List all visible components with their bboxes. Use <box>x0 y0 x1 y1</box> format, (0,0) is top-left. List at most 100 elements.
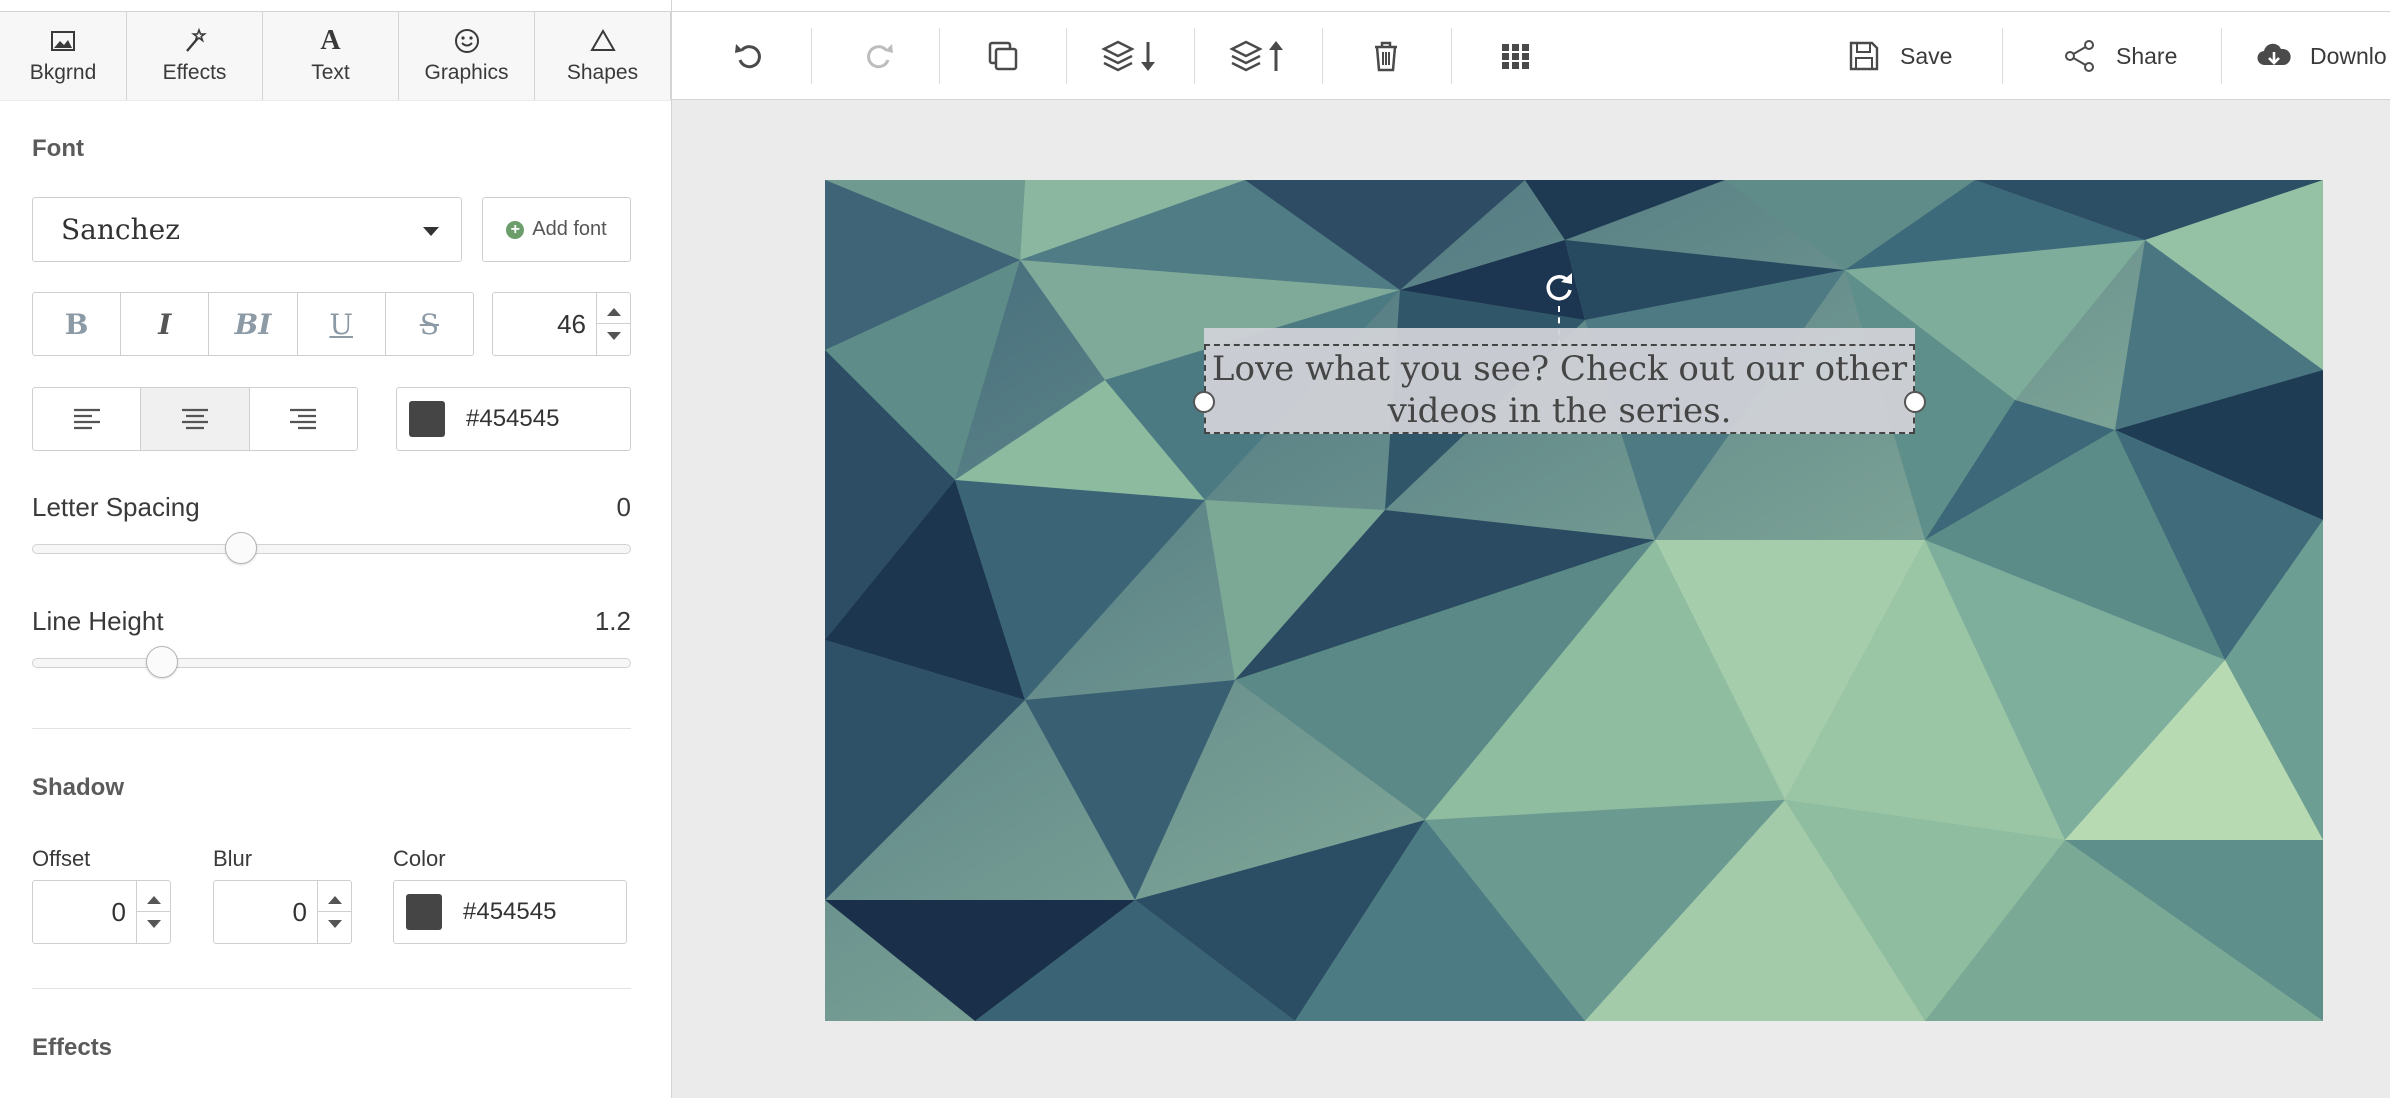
toolbar-separator <box>1451 28 1452 84</box>
bring-forward-button[interactable] <box>1228 32 1292 80</box>
line-height-label: Line Height <box>32 606 164 636</box>
underline-button[interactable]: U <box>298 293 386 355</box>
spinner-divider <box>137 911 171 912</box>
delete-button[interactable] <box>1366 32 1406 80</box>
text-color-hex: #454545 <box>466 405 560 432</box>
resize-handle-right[interactable] <box>1904 391 1926 413</box>
tab-shapes[interactable]: Shapes <box>535 12 671 100</box>
increment-arrow-icon[interactable] <box>328 896 342 904</box>
plus-circle-icon: + <box>506 220 525 239</box>
cloud-download-icon <box>2257 43 2291 66</box>
line-height-value: 1.2 <box>594 606 631 636</box>
shadow-offset-spinner <box>136 881 171 943</box>
toolbar-separator <box>939 28 940 84</box>
shadow-offset-stepper[interactable]: 0 <box>32 880 171 944</box>
resize-handle-left[interactable] <box>1193 391 1215 413</box>
grid-icon <box>1502 44 1529 69</box>
design-canvas[interactable]: Love what you see? Check out our other v… <box>825 180 2323 1021</box>
share-button[interactable]: Share <box>2062 36 2177 76</box>
delete-icon <box>1375 41 1397 72</box>
align-right-icon <box>290 408 317 430</box>
tab-label: Graphics <box>424 61 509 84</box>
chevron-down-icon <box>423 227 439 236</box>
align-right-button[interactable] <box>250 388 357 450</box>
toolbar-separator <box>2221 28 2222 84</box>
shadow-blur-spinner <box>317 881 352 943</box>
effects-section-title: Effects <box>32 1034 113 1061</box>
section-divider <box>32 988 631 989</box>
toolbar-separator <box>1322 28 1323 84</box>
tab-graphics[interactable]: Graphics <box>399 12 535 100</box>
increment-arrow-icon[interactable] <box>147 896 161 904</box>
grid-button[interactable] <box>1496 32 1536 80</box>
decrement-arrow-icon[interactable] <box>147 920 161 928</box>
tab-effects[interactable]: Effects <box>127 12 263 100</box>
text-color-picker[interactable]: #454545 <box>396 387 631 451</box>
italic-button[interactable]: I <box>121 293 210 355</box>
shadow-color-picker[interactable]: #454545 <box>393 880 627 944</box>
letter-spacing-value: 0 <box>616 492 631 522</box>
smiley-icon <box>454 29 479 53</box>
add-font-button[interactable]: + Add font <box>482 197 631 262</box>
image-icon <box>51 31 75 51</box>
spinner-divider <box>318 911 352 912</box>
tab-text[interactable]: A Text <box>263 12 399 100</box>
triangle-icon <box>589 29 616 51</box>
align-center-button[interactable] <box>141 388 250 450</box>
top-toolbar: Bkgrnd Effects A Text Graphics Shapes Sa… <box>0 11 2390 100</box>
tab-label: Effects <box>162 61 227 84</box>
font-section-title: Font <box>32 135 84 162</box>
selected-text-element[interactable]: Love what you see? Check out our other v… <box>1204 328 1915 434</box>
shadow-section-title: Shadow <box>32 774 125 801</box>
text-a-icon: A <box>320 25 341 56</box>
font-family-dropdown[interactable]: Sanchez <box>32 197 462 262</box>
toolbar-separator <box>2002 28 2003 84</box>
panel-tabs: Bkgrnd Effects A Text Graphics Shapes <box>0 12 671 100</box>
decrement-arrow-icon[interactable] <box>607 332 621 340</box>
align-left-button[interactable] <box>33 388 142 450</box>
download-label: Downlo <box>2310 42 2387 69</box>
align-left-icon <box>73 408 100 430</box>
rotate-icon[interactable] <box>1539 268 1579 308</box>
font-size-value: 46 <box>557 309 586 339</box>
letter-spacing-label: Letter Spacing <box>32 492 200 522</box>
spinner-divider <box>597 323 631 324</box>
line-height-slider[interactable] <box>32 646 631 678</box>
save-label: Save <box>1900 42 1953 69</box>
letter-spacing-slider[interactable] <box>32 532 631 564</box>
send-backward-button[interactable] <box>1100 32 1164 80</box>
undo-button[interactable] <box>730 32 770 80</box>
redo-button[interactable] <box>858 32 898 80</box>
text-properties-panel: Font Sanchez + Add font B I BI U S 46 #4… <box>0 101 671 1098</box>
download-button[interactable]: Downlo <box>2256 36 2387 76</box>
canvas-text[interactable]: Love what you see? Check out our other v… <box>1204 348 1915 432</box>
slider-thumb[interactable] <box>146 646 178 678</box>
section-divider <box>32 728 631 729</box>
shadow-blur-value: 0 <box>292 897 307 927</box>
tab-label: Bkgrnd <box>29 61 97 84</box>
save-button[interactable]: Save <box>1846 36 1952 76</box>
bring-forward-icon <box>1229 40 1283 72</box>
strikethrough-button[interactable]: S <box>386 293 473 355</box>
shadow-color-hex: #454545 <box>463 898 557 925</box>
toolbar-separator <box>811 28 812 84</box>
save-icon <box>1849 41 1879 71</box>
shadow-blur-label: Blur <box>213 846 253 871</box>
font-style-buttons: B I BI U S <box>32 292 474 356</box>
shadow-offset-label: Offset <box>32 846 91 871</box>
font-size-stepper[interactable]: 46 <box>492 292 631 356</box>
text-alignment-buttons <box>32 387 358 451</box>
duplicate-button[interactable] <box>983 32 1023 80</box>
tab-background[interactable]: Bkgrnd <box>0 12 127 100</box>
font-size-spinner <box>596 293 631 355</box>
bold-italic-button[interactable]: BI <box>209 293 298 355</box>
toolbar-separator <box>1194 28 1195 84</box>
slider-thumb[interactable] <box>225 532 258 564</box>
shadow-blur-stepper[interactable]: 0 <box>213 880 352 944</box>
decrement-arrow-icon[interactable] <box>328 920 342 928</box>
increment-arrow-icon[interactable] <box>607 308 621 316</box>
bold-button[interactable]: B <box>33 293 122 355</box>
share-label: Share <box>2116 42 2178 69</box>
text-color-swatch <box>409 401 445 437</box>
align-center-icon <box>181 408 208 430</box>
